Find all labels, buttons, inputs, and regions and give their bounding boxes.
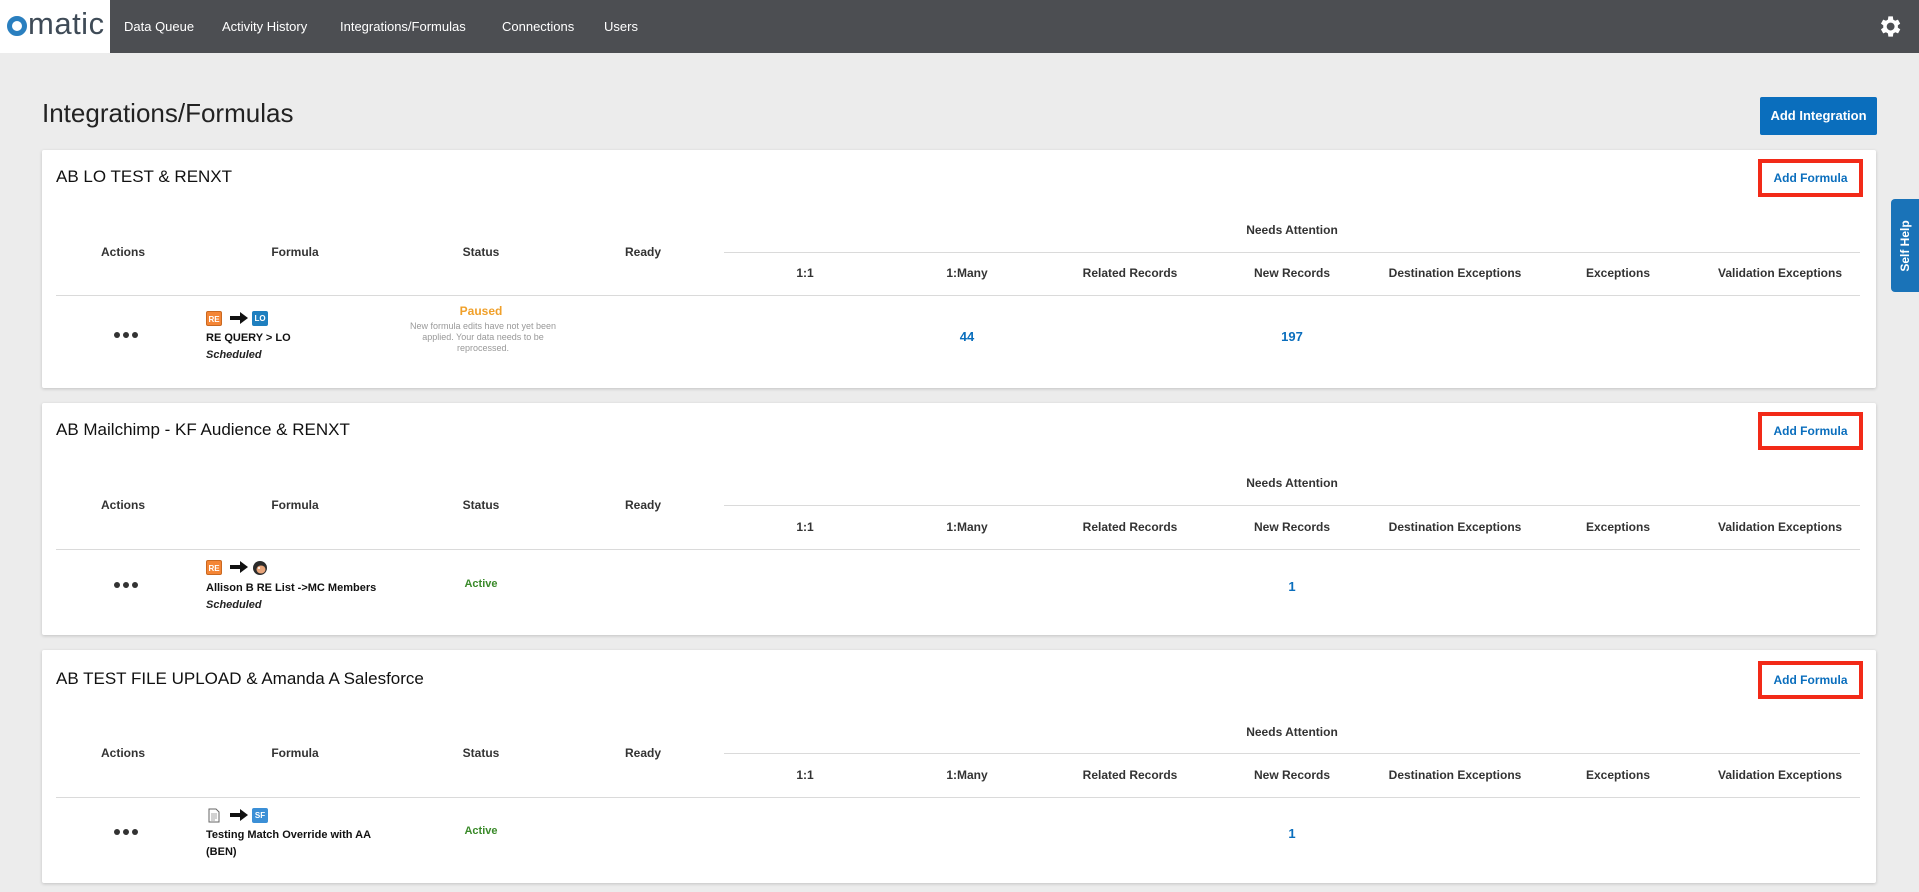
col-ready: Ready	[624, 498, 662, 512]
file-icon	[208, 808, 220, 823]
status-badge: Paused	[459, 304, 503, 318]
col-one-to-many: 1:Many	[946, 266, 988, 280]
col-exceptions: Exceptions	[1585, 266, 1651, 280]
col-one-to-many: 1:Many	[946, 768, 988, 782]
formula-name[interactable]: RE QUERY > LO	[206, 332, 291, 344]
col-ready: Ready	[624, 245, 662, 259]
page-title: Integrations/Formulas	[42, 98, 294, 128]
status-badge: Active	[464, 825, 498, 837]
col-validation-exceptions: Validation Exceptions	[1717, 768, 1843, 782]
col-one-to-one: 1:1	[796, 520, 814, 534]
logo-text: matic	[28, 6, 105, 41]
actions-menu-icon[interactable]	[114, 827, 138, 837]
col-destination-exceptions: Destination Exceptions	[1388, 520, 1522, 534]
formula-schedule: Scheduled	[206, 349, 262, 361]
add-formula-button[interactable]: Add Formula	[1758, 412, 1863, 450]
col-new-records: New Records	[1253, 768, 1331, 782]
integration-title: AB LO TEST & RENXT	[56, 167, 233, 186]
new-records-count[interactable]: 1	[1288, 826, 1295, 841]
col-actions: Actions	[100, 498, 146, 512]
formula-name[interactable]: Allison B RE List ->MC Members	[206, 582, 376, 594]
status-note: New formula edits have not yet been appl…	[409, 321, 557, 353]
add-integration-button[interactable]: Add Integration	[1760, 97, 1877, 135]
col-exceptions: Exceptions	[1585, 768, 1651, 782]
col-related-records: Related Records	[1082, 266, 1178, 280]
col-related-records: Related Records	[1082, 520, 1178, 534]
col-status: Status	[462, 498, 500, 512]
nav-integrations-formulas[interactable]: Integrations/Formulas	[340, 0, 466, 53]
col-formula: Formula	[271, 746, 319, 760]
col-one-to-one: 1:1	[796, 768, 814, 782]
divider	[724, 505, 1860, 506]
re-source-icon: RE	[206, 311, 222, 326]
actions-menu-icon[interactable]	[114, 330, 138, 340]
col-destination-exceptions: Destination Exceptions	[1388, 266, 1522, 280]
add-formula-button[interactable]: Add Formula	[1758, 661, 1863, 699]
new-records-count[interactable]: 1	[1288, 579, 1295, 594]
self-help-tab[interactable]: Self Help	[1891, 199, 1919, 292]
col-one-to-many: 1:Many	[946, 520, 988, 534]
nav-activity-history[interactable]: Activity History	[222, 0, 307, 53]
col-actions: Actions	[100, 245, 146, 259]
col-actions: Actions	[100, 746, 146, 760]
arrow-right-icon	[230, 312, 248, 324]
needs-attention-header: Needs Attention	[1246, 476, 1338, 490]
col-one-to-one: 1:1	[796, 266, 814, 280]
col-validation-exceptions: Validation Exceptions	[1717, 520, 1843, 534]
col-status: Status	[462, 245, 500, 259]
add-formula-button[interactable]: Add Formula	[1758, 159, 1863, 197]
logo[interactable]: matic	[0, 0, 110, 53]
col-formula: Formula	[271, 498, 319, 512]
nav-data-queue[interactable]: Data Queue	[124, 0, 194, 53]
new-records-count[interactable]: 197	[1281, 329, 1303, 344]
formula-schedule: Scheduled	[206, 599, 262, 611]
nav-users[interactable]: Users	[604, 0, 638, 53]
top-nav-bar: matic Data Queue Activity History Integr…	[0, 0, 1919, 53]
col-validation-exceptions: Validation Exceptions	[1717, 266, 1843, 280]
divider	[56, 797, 1860, 798]
col-new-records: New Records	[1253, 266, 1331, 280]
arrow-right-icon	[230, 561, 248, 573]
lo-destination-icon: LO	[252, 311, 268, 326]
one-to-many-count[interactable]: 44	[960, 329, 974, 344]
col-ready: Ready	[624, 746, 662, 760]
col-destination-exceptions: Destination Exceptions	[1388, 768, 1522, 782]
logo-mark-icon	[7, 16, 27, 36]
gear-icon[interactable]	[1876, 13, 1903, 40]
sf-destination-icon: SF	[252, 808, 268, 823]
integration-card: AB LO TEST & RENXT Add Formula Needs Att…	[42, 150, 1876, 388]
needs-attention-header: Needs Attention	[1246, 223, 1338, 237]
formula-name-line1[interactable]: Testing Match Override with AA	[206, 829, 371, 841]
status-badge: Active	[464, 578, 498, 590]
nav-connections[interactable]: Connections	[502, 0, 574, 53]
col-related-records: Related Records	[1082, 768, 1178, 782]
re-source-icon: RE	[206, 560, 222, 575]
divider	[724, 252, 1860, 253]
arrow-right-icon	[230, 809, 248, 821]
self-help-label: Self Help	[1898, 219, 1912, 272]
integration-card: AB Mailchimp - KF Audience & RENXT Add F…	[42, 403, 1876, 635]
col-status: Status	[462, 746, 500, 760]
divider	[724, 753, 1860, 754]
divider	[56, 549, 1860, 550]
divider	[56, 295, 1860, 296]
integration-card: AB TEST FILE UPLOAD & Amanda A Salesforc…	[42, 650, 1876, 883]
col-formula: Formula	[271, 245, 319, 259]
mailchimp-icon	[253, 561, 267, 575]
integration-title: AB Mailchimp - KF Audience & RENXT	[56, 420, 350, 439]
actions-menu-icon[interactable]	[114, 580, 138, 590]
col-exceptions: Exceptions	[1585, 520, 1651, 534]
formula-name-line2[interactable]: (BEN)	[206, 846, 237, 858]
needs-attention-header: Needs Attention	[1246, 725, 1338, 739]
col-new-records: New Records	[1253, 520, 1331, 534]
integration-title: AB TEST FILE UPLOAD & Amanda A Salesforc…	[56, 669, 424, 688]
